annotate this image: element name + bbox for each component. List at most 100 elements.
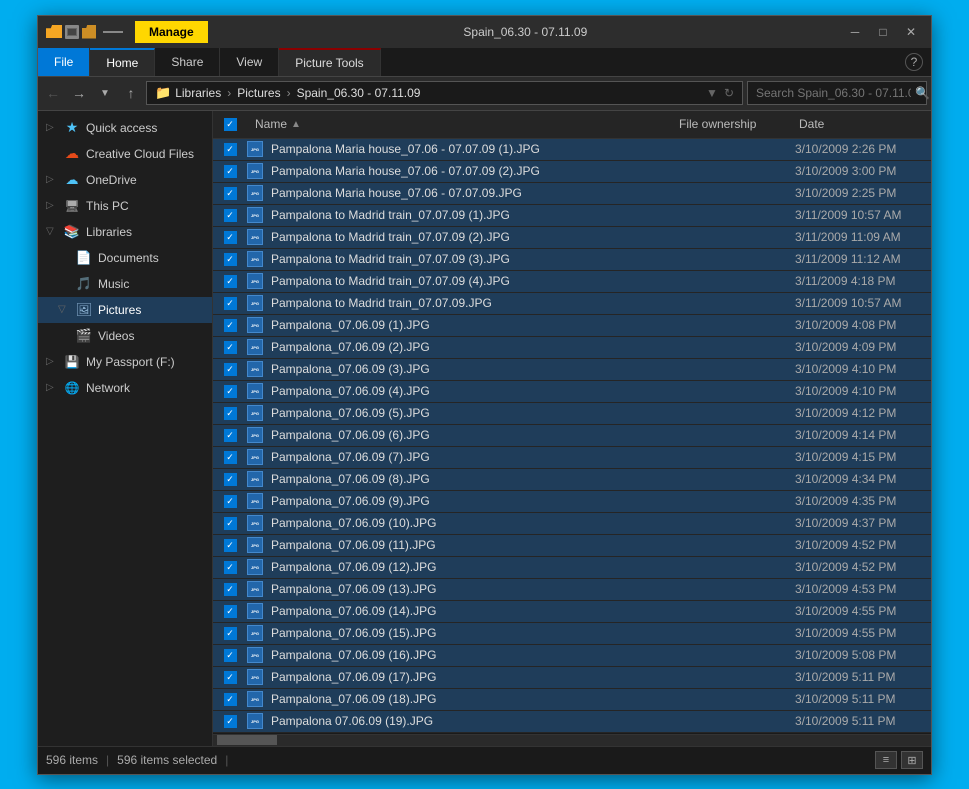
row-checkbox[interactable] <box>224 209 237 222</box>
row-checkbox-container[interactable] <box>213 693 247 706</box>
col-header-ownership[interactable]: File ownership <box>671 111 791 138</box>
sidebar-item-music[interactable]: 🎵 Music <box>38 271 212 297</box>
row-checkbox-container[interactable] <box>213 671 247 684</box>
col-header-date[interactable]: Date <box>791 111 931 138</box>
tab-home[interactable]: Home <box>90 48 155 76</box>
recent-locations-button[interactable]: ▼ <box>94 82 116 104</box>
row-checkbox-container[interactable] <box>213 209 247 222</box>
sidebar-item-this-pc[interactable]: ▷ 🖥 This PC <box>38 193 212 219</box>
row-checkbox[interactable] <box>224 319 237 332</box>
refresh-icon[interactable]: ↻ <box>724 86 734 100</box>
row-checkbox-container[interactable] <box>213 363 247 376</box>
row-checkbox[interactable] <box>224 715 237 728</box>
row-checkbox-container[interactable] <box>213 495 247 508</box>
row-checkbox-container[interactable] <box>213 275 247 288</box>
tab-view[interactable]: View <box>220 48 279 76</box>
horizontal-scrollbar[interactable] <box>213 734 931 746</box>
row-checkbox[interactable] <box>224 451 237 464</box>
sidebar-item-videos[interactable]: 🎬 Videos <box>38 323 212 349</box>
h-scroll-thumb[interactable] <box>217 735 277 745</box>
table-row[interactable]: JPG Pampalona Maria house_07.06 - 07.07.… <box>213 183 931 205</box>
row-checkbox[interactable] <box>224 385 237 398</box>
row-checkbox[interactable] <box>224 583 237 596</box>
row-checkbox-container[interactable] <box>213 429 247 442</box>
table-row[interactable]: JPG Pampalona to Madrid train_07.07.09.J… <box>213 293 931 315</box>
address-path[interactable]: 📁 Libraries › Pictures › Spain_06.30 - 0… <box>146 81 743 105</box>
row-checkbox-container[interactable] <box>213 407 247 420</box>
table-row[interactable]: JPG Pampalona to Madrid train_07.07.09 (… <box>213 271 931 293</box>
row-checkbox-container[interactable] <box>213 253 247 266</box>
table-row[interactable]: JPG Pampalona_07.06.09 (15).JPG 3/10/200… <box>213 623 931 645</box>
sidebar-item-my-passport[interactable]: ▷ 💾 My Passport (F:) <box>38 349 212 375</box>
file-list[interactable]: JPG Pampalona Maria house_07.06 - 07.07.… <box>213 139 931 734</box>
table-row[interactable]: JPG Pampalona_07.06.09 (12).JPG 3/10/200… <box>213 557 931 579</box>
row-checkbox-container[interactable] <box>213 143 247 156</box>
sidebar-item-creative-cloud[interactable]: ☁ Creative Cloud Files <box>38 141 212 167</box>
row-checkbox-container[interactable] <box>213 231 247 244</box>
table-row[interactable]: JPG Pampalona Maria house_07.06 - 07.07.… <box>213 139 931 161</box>
row-checkbox-container[interactable] <box>213 583 247 596</box>
search-box[interactable]: 🔍 <box>747 81 927 105</box>
table-row[interactable]: JPG Pampalona_07.06.09 (6).JPG 3/10/2009… <box>213 425 931 447</box>
table-row[interactable]: JPG Pampalona Maria house_07.06 - 07.07.… <box>213 161 931 183</box>
table-row[interactable]: JPG Pampalona_07.06.09 (5).JPG 3/10/2009… <box>213 403 931 425</box>
row-checkbox-container[interactable] <box>213 319 247 332</box>
path-current[interactable]: Spain_06.30 - 07.11.09 <box>297 86 421 100</box>
address-dropdown-icon[interactable]: ▼ <box>706 86 718 100</box>
row-checkbox[interactable] <box>224 649 237 662</box>
help-button[interactable]: ? <box>897 48 931 76</box>
row-checkbox-container[interactable] <box>213 341 247 354</box>
table-row[interactable]: JPG Pampalona to Madrid train_07.07.09 (… <box>213 227 931 249</box>
row-checkbox[interactable] <box>224 231 237 244</box>
select-all-checkbox-container[interactable] <box>213 118 247 131</box>
row-checkbox[interactable] <box>224 407 237 420</box>
row-checkbox[interactable] <box>224 341 237 354</box>
table-row[interactable]: JPG Pampalona 07.06.09 (19).JPG 3/10/200… <box>213 711 931 733</box>
table-row[interactable]: JPG Pampalona_07.06.09 (11).JPG 3/10/200… <box>213 535 931 557</box>
forward-button[interactable]: → <box>68 82 90 104</box>
row-checkbox-container[interactable] <box>213 187 247 200</box>
row-checkbox[interactable] <box>224 473 237 486</box>
table-row[interactable]: JPG Pampalona_07.06.09 (2).JPG 3/10/2009… <box>213 337 931 359</box>
row-checkbox-container[interactable] <box>213 561 247 574</box>
row-checkbox[interactable] <box>224 253 237 266</box>
details-view-button[interactable]: ≡ <box>875 751 897 769</box>
row-checkbox[interactable] <box>224 539 237 552</box>
minimize-button[interactable]: ─ <box>843 22 867 42</box>
table-row[interactable]: JPG Pampalona_07.06.09 (17).JPG 3/10/200… <box>213 667 931 689</box>
row-checkbox[interactable] <box>224 297 237 310</box>
row-checkbox[interactable] <box>224 187 237 200</box>
table-row[interactable]: JPG Pampalona_07.06.09 (3).JPG 3/10/2009… <box>213 359 931 381</box>
row-checkbox-container[interactable] <box>213 539 247 552</box>
row-checkbox[interactable] <box>224 517 237 530</box>
sidebar-item-pictures[interactable]: ▽ 🖼 Pictures <box>38 297 212 323</box>
table-row[interactable]: JPG Pampalona_07.06.09 (8).JPG 3/10/2009… <box>213 469 931 491</box>
search-input[interactable] <box>756 86 911 100</box>
tab-file[interactable]: File <box>38 48 90 76</box>
maximize-button[interactable]: □ <box>871 22 895 42</box>
row-checkbox[interactable] <box>224 275 237 288</box>
row-checkbox[interactable] <box>224 495 237 508</box>
table-row[interactable]: JPG Pampalona_07.06.09 (14).JPG 3/10/200… <box>213 601 931 623</box>
row-checkbox[interactable] <box>224 693 237 706</box>
table-row[interactable]: JPG Pampalona_07.06.09 (18).JPG 3/10/200… <box>213 689 931 711</box>
table-row[interactable]: JPG Pampalona_07.06.09 (1).JPG 3/10/2009… <box>213 315 931 337</box>
table-row[interactable]: JPG Pampalona_07.06.09 (10).JPG 3/10/200… <box>213 513 931 535</box>
ribbon-manage-tab[interactable]: Manage <box>135 21 208 43</box>
row-checkbox[interactable] <box>224 165 237 178</box>
path-pictures[interactable]: Pictures <box>237 86 280 100</box>
row-checkbox[interactable] <box>224 605 237 618</box>
table-row[interactable]: JPG Pampalona_07.06.09 (16).JPG 3/10/200… <box>213 645 931 667</box>
sidebar-item-onedrive[interactable]: ▷ ☁ OneDrive <box>38 167 212 193</box>
table-row[interactable]: JPG Pampalona to Madrid train_07.07.09 (… <box>213 249 931 271</box>
table-row[interactable]: JPG Pampalona_07.06.09 (13).JPG 3/10/200… <box>213 579 931 601</box>
tab-share[interactable]: Share <box>155 48 220 76</box>
row-checkbox[interactable] <box>224 671 237 684</box>
row-checkbox-container[interactable] <box>213 649 247 662</box>
row-checkbox-container[interactable] <box>213 627 247 640</box>
row-checkbox-container[interactable] <box>213 605 247 618</box>
select-all-checkbox[interactable] <box>224 118 237 131</box>
row-checkbox[interactable] <box>224 429 237 442</box>
table-row[interactable]: JPG Pampalona_07.06.09 (7).JPG 3/10/2009… <box>213 447 931 469</box>
row-checkbox-container[interactable] <box>213 385 247 398</box>
